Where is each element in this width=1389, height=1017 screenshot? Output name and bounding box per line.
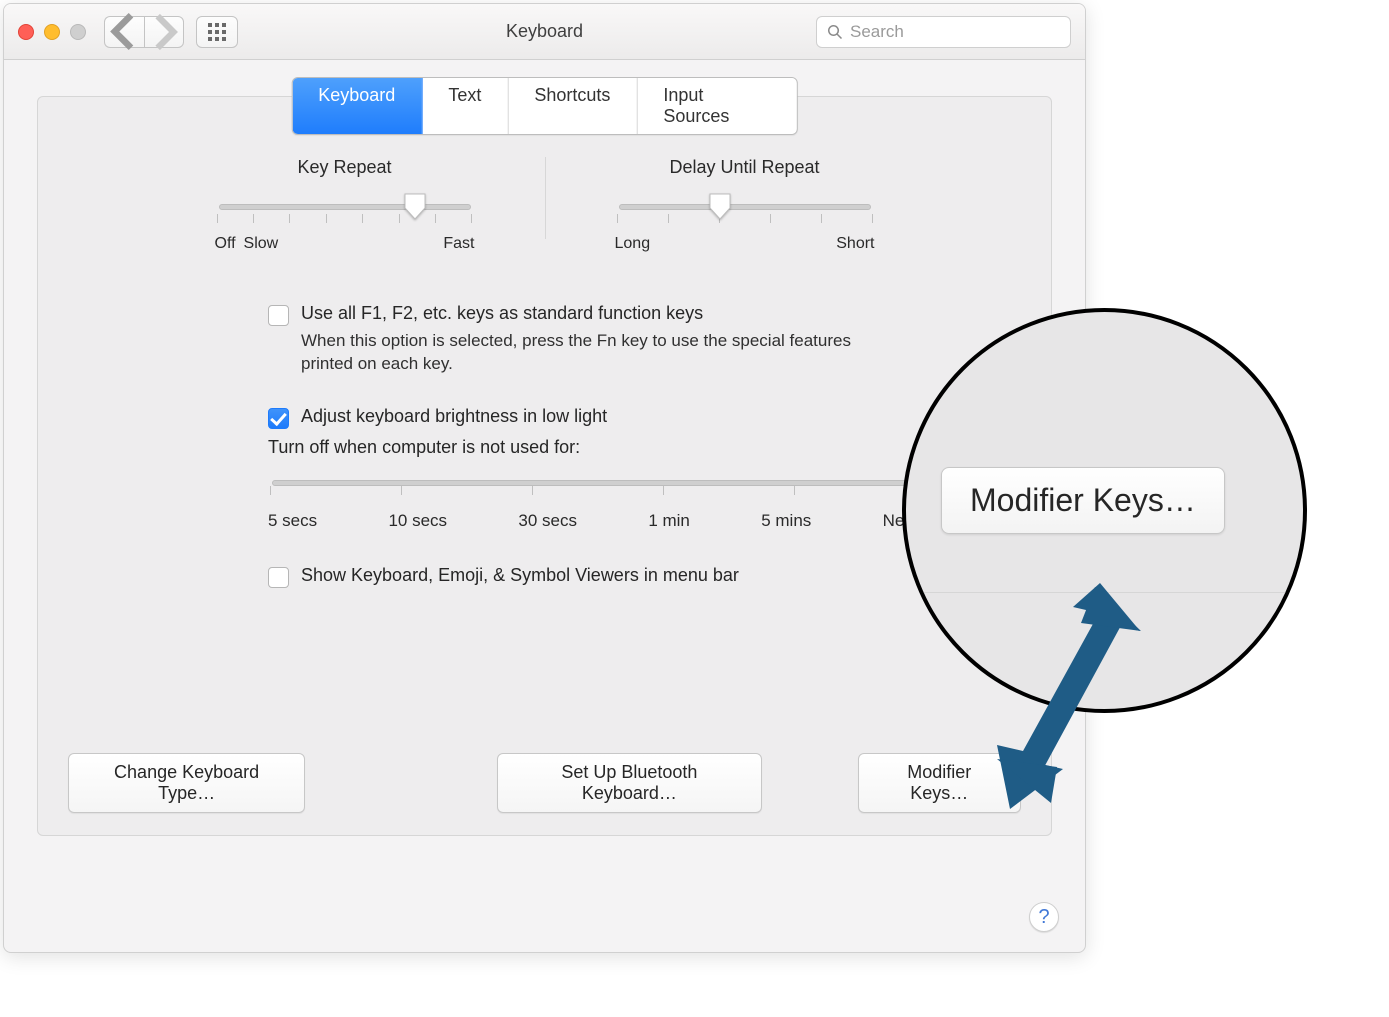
close-window-button[interactable]	[18, 24, 34, 40]
viewers-checkbox[interactable]	[268, 567, 289, 588]
forward-button[interactable]	[144, 16, 184, 48]
tab-text[interactable]: Text	[422, 78, 508, 134]
idle-label-3: 1 min	[648, 511, 690, 531]
minimize-window-button[interactable]	[44, 24, 60, 40]
tab-input-sources[interactable]: Input Sources	[637, 78, 796, 134]
delay-block: Delay Until Repeat Long Short	[615, 157, 875, 253]
key-repeat-thumb[interactable]	[404, 193, 426, 220]
idle-label-1: 10 secs	[388, 511, 447, 531]
fn-keys-help: When this option is selected, press the …	[301, 330, 851, 376]
show-all-button[interactable]	[196, 16, 238, 48]
delay-slider[interactable]	[619, 204, 871, 210]
tab-bar: Keyboard Text Shortcuts Input Sources	[291, 77, 798, 135]
key-repeat-fast-label: Fast	[443, 235, 474, 253]
slider-divider	[545, 157, 546, 239]
fn-keys-label: Use all F1, F2, etc. keys as standard fu…	[301, 303, 703, 324]
window-title: Keyboard	[506, 21, 583, 42]
setup-bluetooth-keyboard-button[interactable]: Set Up Bluetooth Keyboard…	[497, 753, 761, 813]
modifier-keys-button[interactable]: Modifier Keys…	[858, 753, 1021, 813]
traffic-lights	[18, 24, 86, 40]
delay-long-label: Long	[615, 235, 651, 253]
titlebar: Keyboard Search	[4, 4, 1085, 60]
tab-keyboard[interactable]: Keyboard	[292, 78, 422, 134]
settings-panel: Keyboard Text Shortcuts Input Sources Ke…	[37, 96, 1052, 836]
search-placeholder: Search	[850, 22, 904, 42]
callout-modifier-keys-button: Modifier Keys…	[941, 467, 1225, 534]
viewers-label: Show Keyboard, Emoji, & Symbol Viewers i…	[301, 565, 739, 586]
brightness-label: Adjust keyboard brightness in low light	[301, 406, 607, 427]
key-repeat-title: Key Repeat	[215, 157, 475, 178]
fn-keys-checkbox[interactable]	[268, 305, 289, 326]
idle-label-2: 30 secs	[518, 511, 577, 531]
key-repeat-slow-label: Slow	[244, 235, 279, 253]
zoom-window-button[interactable]	[70, 24, 86, 40]
delay-thumb[interactable]	[709, 193, 731, 220]
brightness-checkbox[interactable]	[268, 408, 289, 429]
key-repeat-off-label: Off	[215, 235, 236, 253]
tab-shortcuts[interactable]: Shortcuts	[508, 78, 637, 134]
idle-title: Turn off when computer is not used for:	[268, 437, 851, 458]
idle-label-0: 5 secs	[268, 511, 317, 531]
back-button[interactable]	[104, 16, 144, 48]
key-repeat-block: Key Repeat Off Slow Fast	[215, 157, 475, 253]
change-keyboard-type-button[interactable]: Change Keyboard Type…	[68, 753, 305, 813]
search-input[interactable]: Search	[816, 16, 1071, 48]
delay-title: Delay Until Repeat	[615, 157, 875, 178]
key-repeat-slider[interactable]	[219, 204, 471, 210]
help-button[interactable]: ?	[1029, 902, 1059, 932]
callout-magnifier: Modifier Keys…	[902, 308, 1307, 713]
idle-label-4: 5 mins	[761, 511, 811, 531]
idle-slider[interactable]	[272, 480, 924, 486]
delay-short-label: Short	[836, 235, 874, 253]
